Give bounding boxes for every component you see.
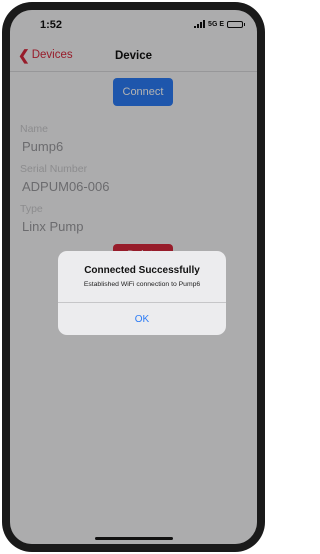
screen: 1:52 5G E ❮ Devices Device Connect Name … (10, 10, 257, 544)
alert-dialog: Connected Successfully Established WiFi … (58, 251, 226, 335)
alert-title: Connected Successfully (84, 265, 200, 276)
home-indicator[interactable] (95, 537, 173, 540)
alert-message: Established WiFi connection to Pump6 (83, 281, 201, 288)
phone-frame: 1:52 5G E ❮ Devices Device Connect Name … (2, 2, 265, 552)
ok-button[interactable]: OK (58, 303, 226, 335)
